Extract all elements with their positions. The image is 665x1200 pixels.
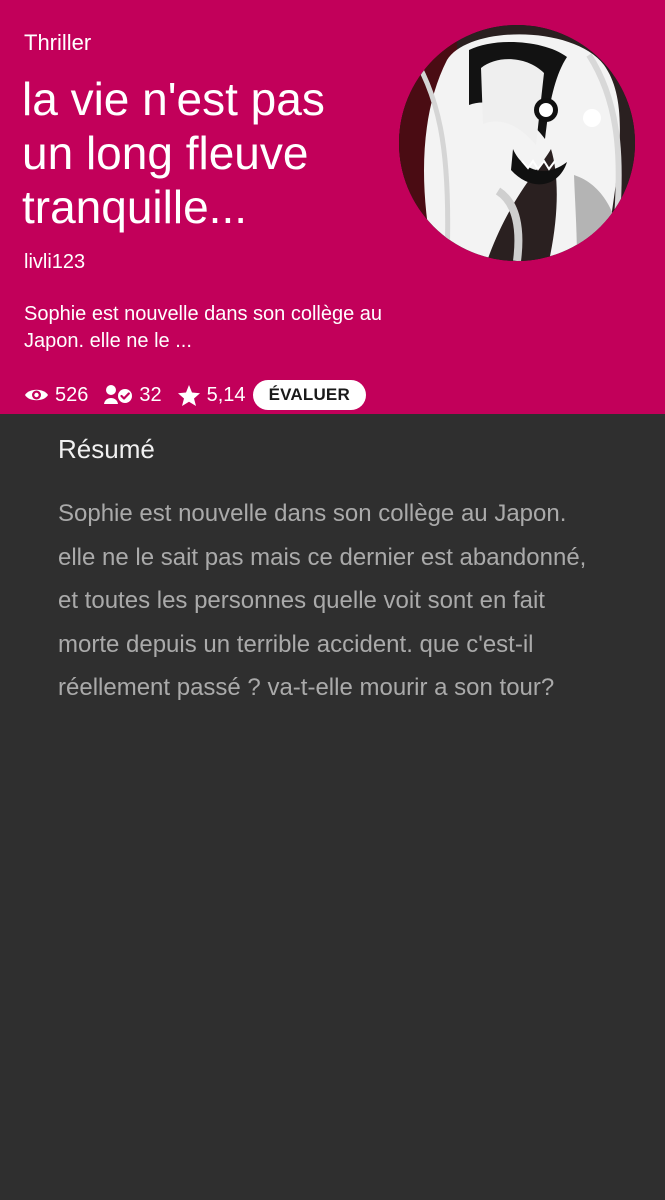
- genre-label[interactable]: Thriller: [24, 30, 91, 56]
- summary-section: Résumé Sophie est nouvelle dans son coll…: [0, 414, 665, 710]
- star-icon: [177, 384, 200, 406]
- author-name[interactable]: livli123: [24, 250, 85, 274]
- followers-count: 32: [139, 383, 162, 406]
- views-count: 526: [55, 383, 89, 406]
- followers-stat: 32: [103, 383, 162, 407]
- rating-stat: 5,14: [177, 384, 246, 407]
- user-check-icon: [104, 385, 133, 404]
- rating-value: 5,14: [206, 383, 246, 406]
- views-stat: 526: [24, 384, 88, 407]
- story-stats: 526 32 5,14 ÉVALUER: [24, 378, 366, 412]
- cover-illustration: [399, 25, 635, 261]
- story-header: Thriller la vie n'est pas un long fleuve…: [0, 0, 665, 414]
- short-summary: Sophie est nouvelle dans son collège au …: [24, 303, 383, 352]
- summary-heading: Résumé: [58, 434, 155, 464]
- rate-button[interactable]: ÉVALUER: [252, 380, 366, 410]
- cover-image: [399, 25, 635, 261]
- story-title: la vie n'est pas un long fleuve tranquil…: [22, 73, 325, 233]
- eye-icon: [25, 389, 48, 401]
- full-summary: Sophie est nouvelle dans son collège au …: [58, 500, 587, 701]
